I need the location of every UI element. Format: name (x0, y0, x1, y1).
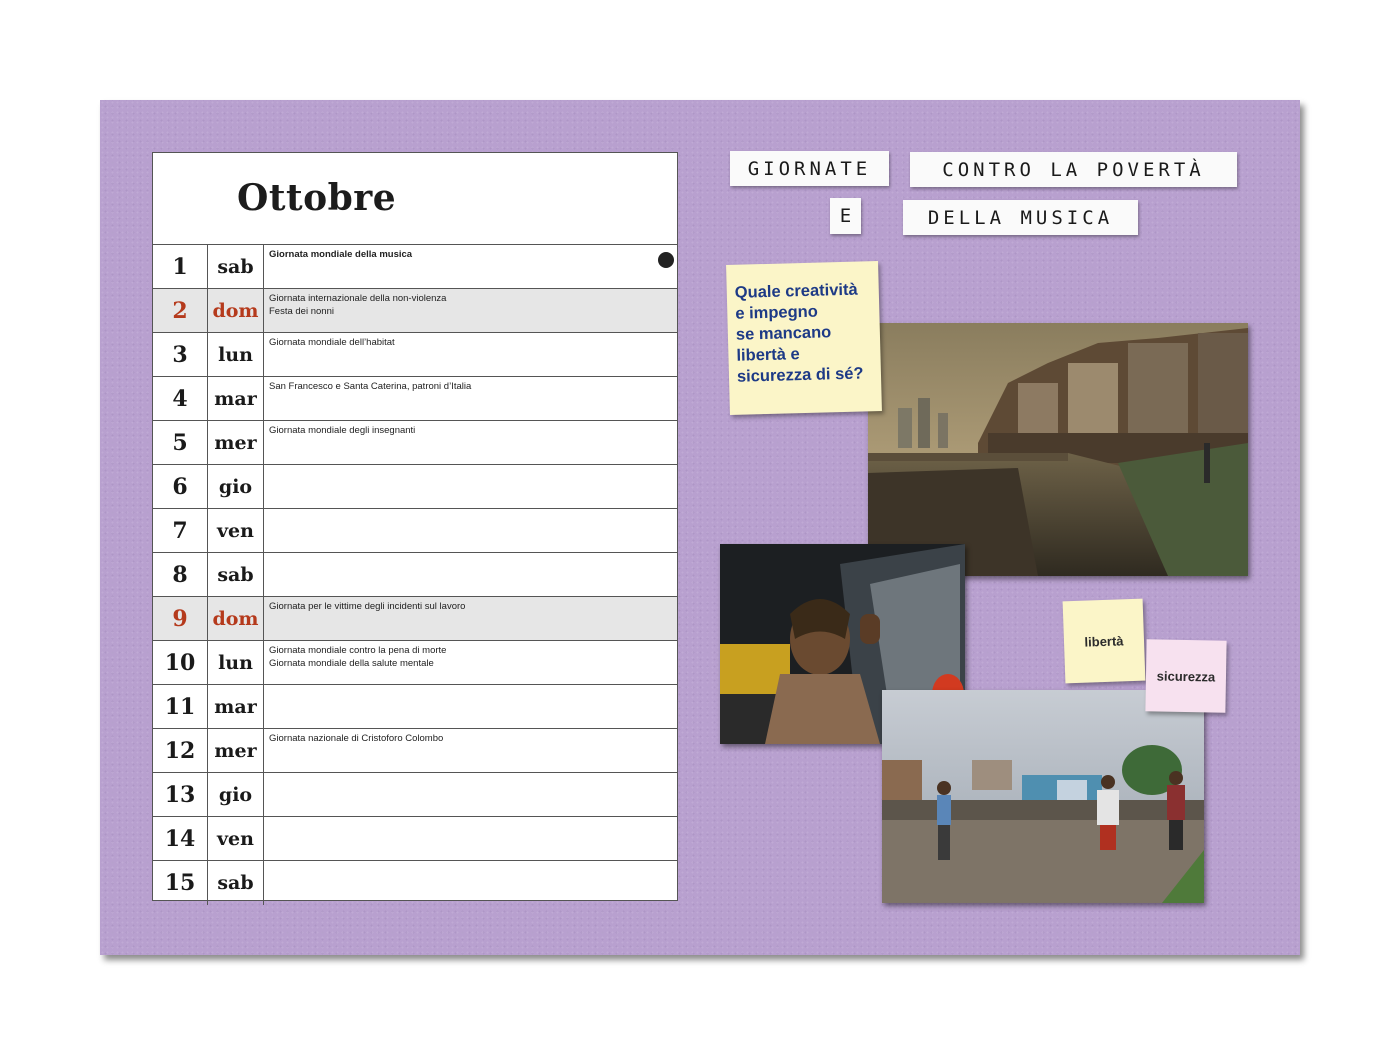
liberta-label: libertà (1084, 632, 1124, 650)
calendar-rows: 1 sab Giornata mondiale della musica 2 dom Gi… (153, 245, 677, 905)
day-name: sab (208, 553, 264, 596)
day-name: ven (208, 817, 264, 860)
photo-slum-river (868, 323, 1248, 576)
event-text: Giornata nazionale di Cristoforo Colombo (269, 733, 444, 744)
calendar-row: 7 ven (153, 509, 677, 553)
event-text: Giornata mondiale degli insegnanti (269, 425, 416, 436)
event-text: Giornata mondiale contro la pena di mort… (269, 645, 447, 656)
question-line: Quale creatività (734, 280, 858, 302)
event-text: Giornata internazionale della non-violen… (269, 293, 447, 304)
calendar-table: Ottobre 1 sab Giornata mondiale della musi… (152, 152, 678, 905)
event-text: Festa dei nonni (269, 306, 334, 317)
day-name: mer (208, 729, 264, 772)
calendar-row: 5 mer Giornata mondiale degli insegnanti (153, 421, 677, 465)
event-text: San Francesco e Santa Caterina, patroni … (269, 381, 472, 392)
day-number: 14 (153, 817, 208, 860)
liberta-note: libertà (1062, 598, 1146, 684)
day-number: 12 (153, 729, 208, 772)
photo-camp-children (882, 690, 1204, 903)
event-text: Giornata mondiale della musica (269, 249, 413, 260)
day-number: 2 (153, 289, 208, 332)
calendar-row: 10 lun Giornata mondiale contro la pena di… (153, 641, 677, 685)
day-number: 7 (153, 509, 208, 552)
day-events (264, 509, 677, 552)
day-name: sab (208, 245, 264, 288)
day-name: mer (208, 421, 264, 464)
day-number: 1 (153, 245, 208, 288)
day-events (264, 817, 677, 860)
month-title: Ottobre (237, 177, 397, 219)
bullet-dot-icon (658, 252, 674, 268)
day-number: 5 (153, 421, 208, 464)
calendar-row: 3 lun Giornata mondiale dell’habitat (153, 333, 677, 377)
calendar-row: 8 sab (153, 553, 677, 597)
day-name: mar (208, 685, 264, 728)
day-name: dom (208, 597, 264, 640)
day-events: Giornata per le vittime degli incidenti … (264, 597, 677, 640)
day-number: 15 (153, 861, 208, 905)
event-text: Giornata per le vittime degli incidenti … (269, 601, 466, 612)
calendar-row: 11 mar (153, 685, 677, 729)
day-number: 11 (153, 685, 208, 728)
day-number: 10 (153, 641, 208, 684)
day-events: Giornata internazionale della non-violen… (264, 289, 677, 332)
title-label-giornate: GIORNATE (730, 151, 889, 186)
day-number: 4 (153, 377, 208, 420)
calendar-row: 1 sab Giornata mondiale della musica (153, 245, 677, 289)
day-events (264, 553, 677, 596)
calendar-row: 4 mar San Francesco e Santa Caterina, patr… (153, 377, 677, 421)
title-word: DELLA MUSICA (927, 206, 1114, 229)
calendar-row: 6 gio (153, 465, 677, 509)
day-name: gio (208, 773, 264, 816)
day-events (264, 465, 677, 508)
day-number: 3 (153, 333, 208, 376)
day-name: gio (208, 465, 264, 508)
day-name: ven (208, 509, 264, 552)
day-number: 6 (153, 465, 208, 508)
calendar-row: 2 dom Giornata internazionale della non-vi… (153, 289, 677, 333)
calendar-header: Ottobre (153, 153, 677, 245)
day-events (264, 773, 677, 816)
day-number: 13 (153, 773, 208, 816)
sicurezza-note: sicurezza (1145, 639, 1227, 713)
title-label-e: E (830, 198, 861, 234)
day-events (264, 861, 677, 905)
day-events: San Francesco e Santa Caterina, patroni … (264, 377, 677, 420)
calendar-row: 13 gio (153, 773, 677, 817)
day-events: Giornata mondiale dell’habitat (264, 333, 677, 376)
event-text: Giornata mondiale dell’habitat (269, 337, 395, 348)
calendar-row: 9 dom Giornata per le vittime degli incide… (153, 597, 677, 641)
question-line: sicurezza di sé? (736, 364, 864, 386)
title-word: CONTRO LA POVERTÀ (942, 158, 1205, 181)
title-label-musica: DELLA MUSICA (903, 200, 1138, 235)
day-name: lun (208, 333, 264, 376)
day-name: sab (208, 861, 264, 905)
day-name: mar (208, 377, 264, 420)
title-word: E (839, 205, 852, 227)
calendar-row: 14 ven (153, 817, 677, 861)
day-events (264, 685, 677, 728)
day-number: 8 (153, 553, 208, 596)
day-name: lun (208, 641, 264, 684)
question-note: Quale creatività e impegno se mancano li… (726, 261, 882, 415)
day-events: Giornata nazionale di Cristoforo Colombo (264, 729, 677, 772)
calendar-row: 15 sab (153, 861, 677, 905)
title-label-poverta: CONTRO LA POVERTÀ (910, 152, 1237, 187)
day-events: Giornata mondiale contro la pena di mort… (264, 641, 677, 684)
day-number: 9 (153, 597, 208, 640)
day-events: Giornata mondiale della musica (264, 245, 677, 288)
day-events: Giornata mondiale degli insegnanti (264, 421, 677, 464)
calendar-row: 12 mer Giornata nazionale di Cristoforo Co… (153, 729, 677, 773)
sicurezza-label: sicurezza (1156, 667, 1216, 685)
event-text: Giornata mondiale della salute mentale (269, 658, 434, 669)
title-word: GIORNATE (747, 157, 872, 180)
day-name: dom (208, 289, 264, 332)
